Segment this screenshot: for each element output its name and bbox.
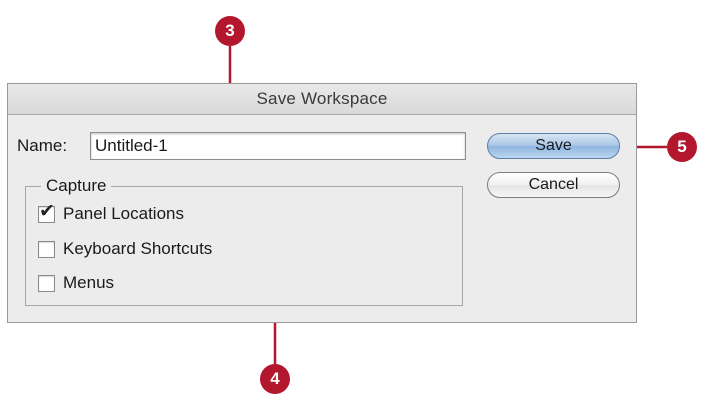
capture-group: Capture ✔ Panel Locations Keyboard Short… bbox=[25, 176, 463, 306]
checkmark-icon: ✔ bbox=[39, 201, 55, 222]
keyboard-shortcuts-label[interactable]: Keyboard Shortcuts bbox=[63, 239, 212, 259]
callout-badge-5: 5 bbox=[667, 132, 697, 162]
callout-3-number: 3 bbox=[225, 21, 235, 40]
keyboard-shortcuts-checkbox[interactable] bbox=[38, 241, 55, 258]
panel-locations-label[interactable]: Panel Locations bbox=[63, 204, 184, 224]
dialog-titlebar[interactable]: Save Workspace bbox=[8, 84, 636, 115]
dialog-title: Save Workspace bbox=[256, 89, 388, 108]
cancel-button[interactable]: Cancel bbox=[487, 172, 620, 198]
menus-label[interactable]: Menus bbox=[63, 273, 114, 293]
name-label: Name: bbox=[17, 136, 68, 155]
workspace-name-input[interactable] bbox=[90, 132, 466, 160]
panel-locations-checkbox[interactable]: ✔ bbox=[38, 202, 55, 223]
callout-badge-3: 3 bbox=[215, 16, 245, 46]
callout-badge-4: 4 bbox=[260, 364, 290, 394]
callout-4-number: 4 bbox=[270, 369, 280, 388]
callout-5-number: 5 bbox=[677, 137, 687, 156]
save-button[interactable]: Save bbox=[487, 133, 620, 159]
save-workspace-dialog: Save Workspace Name: Save Cancel Capture… bbox=[7, 83, 637, 323]
stage: 3 5 4 Save Workspace Name: Save Cancel C… bbox=[0, 0, 704, 395]
capture-legend: Capture bbox=[41, 176, 112, 196]
menus-checkbox[interactable] bbox=[38, 275, 55, 292]
